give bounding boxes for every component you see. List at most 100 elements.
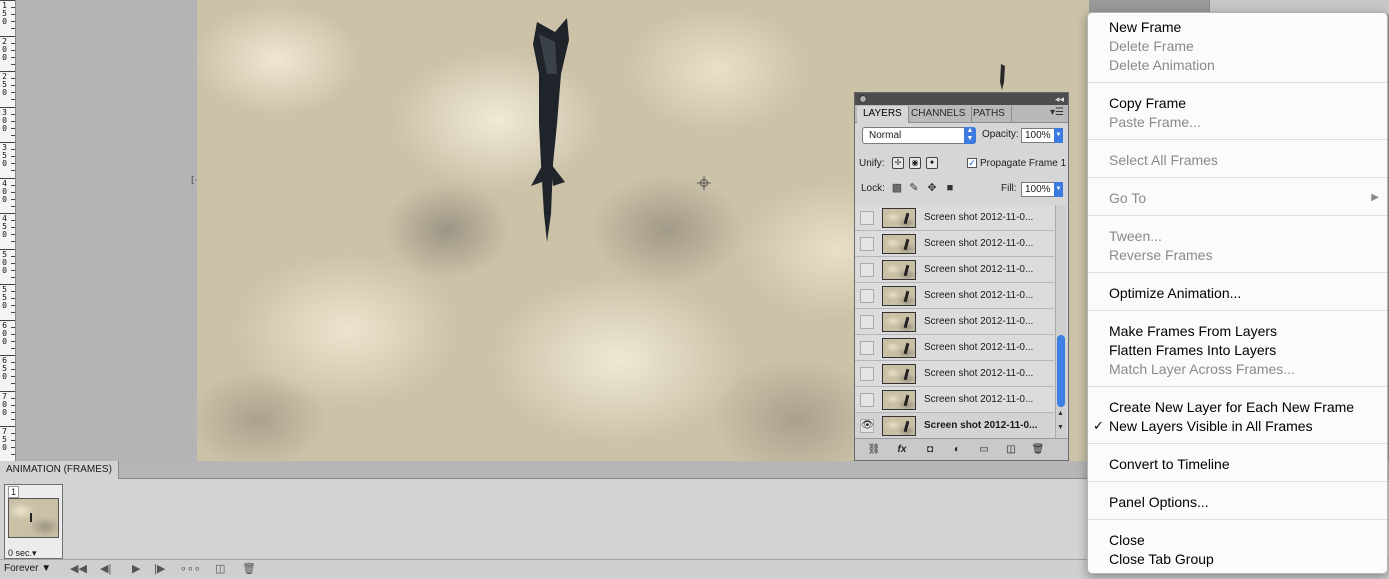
visibility-toggle[interactable]	[860, 341, 874, 355]
previous-frame-icon[interactable]: ◀|	[100, 562, 111, 575]
tab-channels[interactable]: CHANNELS	[905, 106, 973, 123]
ruler-tick	[11, 433, 15, 435]
visibility-toggle[interactable]	[860, 263, 874, 277]
ruler-number: 2 5 0	[2, 72, 7, 97]
tween-icon[interactable]: ∘∘∘	[180, 562, 201, 575]
menu-item-flatten-frames-into-layers[interactable]: Flatten Frames Into Layers	[1109, 341, 1276, 359]
ruler-number: 7 0 0	[2, 391, 7, 417]
opacity-dropdown-icon[interactable]: ▼	[1054, 128, 1063, 143]
layer-name: Screen shot 2012-11-0...	[924, 290, 1034, 301]
lock-image-icon[interactable]: ✎	[908, 182, 920, 194]
vertical-ruler[interactable]: 1 5 0 2 0 0 2 5 0 3 0 0 3 5 0 4 0 0 4 5 0 5 0 0…	[0, 0, 16, 461]
ruler-tick	[11, 418, 15, 420]
menu-item-create-new-layer-each-frame[interactable]: Create New Layer for Each New Frame	[1109, 398, 1354, 416]
ruler-tick	[11, 440, 15, 442]
blend-mode-value: Normal	[869, 130, 902, 141]
unify-visibility-icon[interactable]: ◉	[909, 157, 921, 169]
adjustment-icon[interactable]: ◐	[950, 443, 964, 457]
new-layer-icon[interactable]: ◫	[1004, 443, 1018, 457]
ruler-tick	[11, 134, 15, 136]
tab-animation-frames[interactable]: ANIMATION (FRAMES)	[0, 461, 119, 479]
layer-row[interactable]: Screen shot 2012-11-0...	[855, 205, 1054, 231]
ruler-tick	[11, 92, 15, 94]
play-icon[interactable]: ▶	[132, 562, 140, 575]
visibility-toggle[interactable]	[860, 237, 874, 251]
crosshair-cursor-icon	[697, 176, 711, 190]
layer-row-selected[interactable]: 👁 Screen shot 2012-11-0...	[855, 413, 1054, 439]
ruler-tick	[11, 276, 15, 278]
layer-row[interactable]: Screen shot 2012-11-0...	[855, 257, 1054, 283]
fx-icon[interactable]: fx	[895, 443, 909, 457]
visibility-toggle[interactable]	[860, 211, 874, 225]
blend-mode-select[interactable]: Normal ▲ ▼	[862, 127, 976, 144]
layer-row[interactable]: Screen shot 2012-11-0...	[855, 335, 1054, 361]
eye-icon[interactable]: 👁	[860, 419, 874, 433]
panel-titlebar[interactable]: ◂◂	[855, 93, 1068, 105]
close-panel-icon[interactable]	[859, 95, 867, 103]
opacity-field[interactable]: 100% ▼	[1021, 128, 1063, 143]
scroll-down-icon[interactable]: ▼	[1057, 424, 1064, 431]
ruler-tick	[11, 42, 15, 44]
folder-icon[interactable]: ▭	[977, 443, 991, 457]
scrollbar-thumb[interactable]	[1057, 335, 1065, 407]
loop-options-select[interactable]: Forever ▼	[4, 563, 51, 574]
menu-item-new-layers-visible-all-frames[interactable]: New Layers Visible in All Frames	[1109, 417, 1313, 435]
menu-item-convert-to-timeline[interactable]: Convert to Timeline	[1109, 455, 1230, 473]
lock-transparent-icon[interactable]: ▩	[891, 182, 903, 194]
duplicate-frame-icon[interactable]: ◫	[215, 562, 225, 575]
menu-item-close-tab-group[interactable]: Close Tab Group	[1109, 550, 1214, 568]
unify-style-icon[interactable]: ✦	[926, 157, 938, 169]
panel-menu-icon[interactable]: ▾☰	[1050, 107, 1064, 118]
menu-item-new-frame[interactable]: New Frame	[1109, 18, 1181, 36]
menu-item-panel-options[interactable]: Panel Options...	[1109, 493, 1209, 511]
layer-name: Screen shot 2012-11-0...	[924, 238, 1034, 249]
menu-item-make-frames-from-layers[interactable]: Make Frames From Layers	[1109, 322, 1277, 340]
layer-list-scrollbar[interactable]: ▲ ▼	[1055, 205, 1066, 439]
menu-item-delete-animation: Delete Animation	[1109, 57, 1215, 73]
ruler-tick	[11, 205, 15, 207]
fill-dropdown-icon[interactable]: ▼	[1054, 182, 1063, 197]
menu-item-reverse-frames: Reverse Frames	[1109, 247, 1213, 263]
ruler-tick	[11, 298, 15, 300]
propagate-frame-checkbox[interactable]: ✓	[967, 158, 977, 168]
frame-number: 1	[8, 486, 20, 498]
visibility-toggle[interactable]	[860, 367, 874, 381]
layer-row[interactable]: Screen shot 2012-11-0...	[855, 309, 1054, 335]
menu-item-close[interactable]: Close	[1109, 531, 1145, 549]
tab-paths[interactable]: PATHS	[967, 106, 1012, 123]
visibility-toggle[interactable]	[860, 289, 874, 303]
ruler-tick	[11, 198, 15, 200]
layer-row[interactable]: Screen shot 2012-11-0...	[855, 387, 1054, 413]
unify-position-icon[interactable]: ✢	[892, 157, 904, 169]
scroll-up-icon[interactable]: ▲	[1057, 410, 1064, 417]
menu-item-paste-frame: Paste Frame...	[1109, 114, 1201, 130]
tab-layers[interactable]: LAYERS	[857, 106, 909, 123]
layer-thumbnail	[882, 390, 916, 410]
collapse-panel-icon[interactable]: ◂◂	[1055, 93, 1064, 105]
delete-frame-icon[interactable]: 🗑	[242, 562, 256, 575]
layer-thumbnail	[882, 338, 916, 358]
menu-item-tween: Tween...	[1109, 228, 1162, 244]
menu-item-copy-frame[interactable]: Copy Frame	[1109, 94, 1186, 112]
mask-icon[interactable]: ◘	[923, 443, 937, 457]
animation-panel-menu: New Frame Delete Frame Delete Animation …	[1087, 12, 1388, 574]
lock-all-icon[interactable]: ■	[944, 182, 956, 194]
lock-position-icon[interactable]: ✥	[926, 182, 938, 194]
first-frame-icon[interactable]: ◀◀	[70, 562, 87, 575]
link-icon[interactable]: ⛓	[867, 443, 881, 457]
visibility-toggle[interactable]	[860, 393, 874, 407]
layer-row[interactable]: Screen shot 2012-11-0...	[855, 231, 1054, 257]
animation-frame[interactable]: 1 0 sec.▾	[4, 484, 63, 559]
menu-item-optimize-animation[interactable]: Optimize Animation...	[1109, 284, 1241, 302]
frame-delay-select[interactable]: 0 sec.▾	[8, 548, 37, 559]
layer-row[interactable]: Screen shot 2012-11-0...	[855, 361, 1054, 387]
ruler-tick	[11, 63, 15, 65]
layer-row[interactable]: Screen shot 2012-11-0...	[855, 283, 1054, 309]
visibility-toggle[interactable]	[860, 315, 874, 329]
fill-field[interactable]: 100% ▼	[1021, 182, 1063, 197]
layers-panel: ◂◂ LAYERS CHANNELS PATHS ▾☰ Normal ▲ ▼ Op…	[854, 92, 1069, 461]
trash-icon[interactable]: 🗑	[1031, 443, 1045, 457]
ruler-tick	[11, 14, 15, 16]
lock-label: Lock:	[861, 183, 885, 194]
next-frame-icon[interactable]: |▶	[154, 562, 165, 575]
